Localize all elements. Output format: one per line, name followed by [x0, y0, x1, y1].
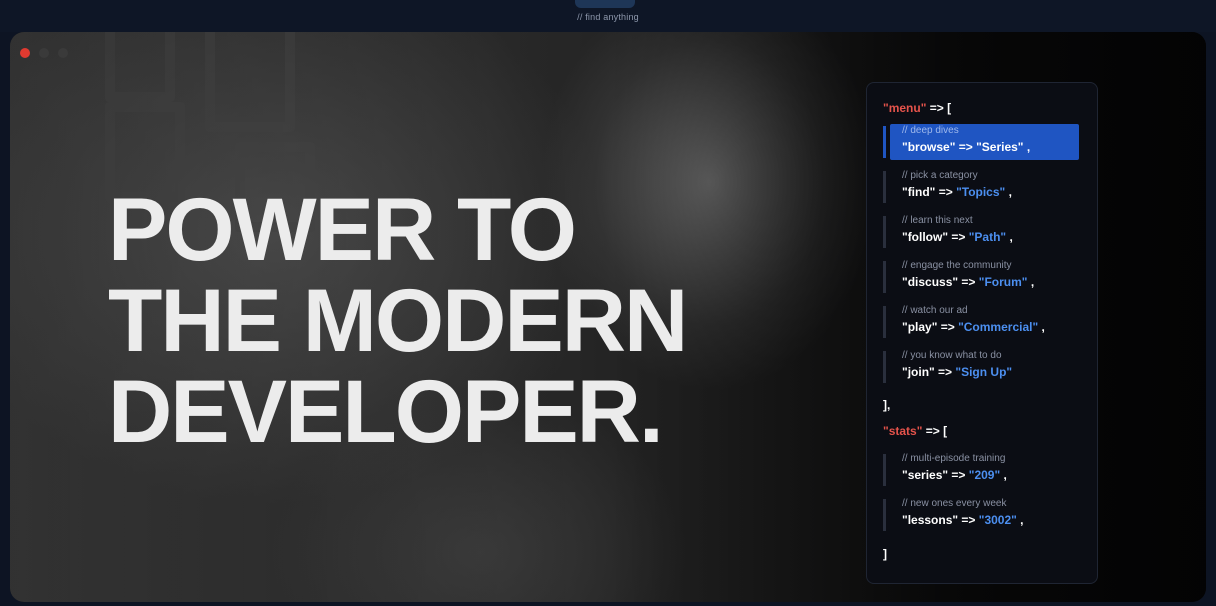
menu-item-play[interactable]: // watch our ad "play" => "Commercial" ,: [883, 304, 1081, 340]
maximize-dot-icon[interactable]: [58, 48, 68, 58]
close-dot-icon[interactable]: [20, 48, 30, 58]
hero-headline: POWER TO THE MODERN DEVELOPER.: [108, 184, 828, 457]
code-menu-panel: "menu" => [ // deep dives "browse" => "S…: [866, 82, 1098, 584]
menu-close: ],: [883, 398, 891, 412]
stats-item-lessons: // new ones every week "lessons" => "300…: [883, 497, 1081, 533]
menu-item-join[interactable]: // you know what to do "join" => "Sign U…: [883, 349, 1081, 385]
headline-line: DEVELOPER.: [108, 361, 664, 461]
stats-item-series: // multi-episode training "series" => "2…: [883, 452, 1081, 488]
menu-item-browse[interactable]: // deep dives "browse" => "Series" ,: [883, 124, 1079, 160]
headline-line: POWER TO: [108, 179, 577, 279]
hero-window: POWER TO THE MODERN DEVELOPER. "menu" =>…: [10, 32, 1206, 602]
minimize-dot-icon[interactable]: [39, 48, 49, 58]
search-tab[interactable]: [575, 0, 635, 8]
search-hint: // find anything: [577, 12, 639, 22]
window-controls: [20, 48, 68, 58]
menu-item-discuss[interactable]: // engage the community "discuss" => "Fo…: [883, 259, 1081, 295]
stats-header: "stats" => [: [883, 424, 948, 438]
menu-item-follow[interactable]: // learn this next "follow" => "Path" ,: [883, 214, 1081, 250]
headline-line: THE MODERN: [108, 270, 688, 370]
stats-close: ]: [883, 547, 887, 561]
menu-item-find[interactable]: // pick a category "find" => "Topics" ,: [883, 169, 1081, 205]
top-bar: // find anything: [0, 0, 1216, 32]
menu-header: "menu" => [: [883, 101, 952, 115]
